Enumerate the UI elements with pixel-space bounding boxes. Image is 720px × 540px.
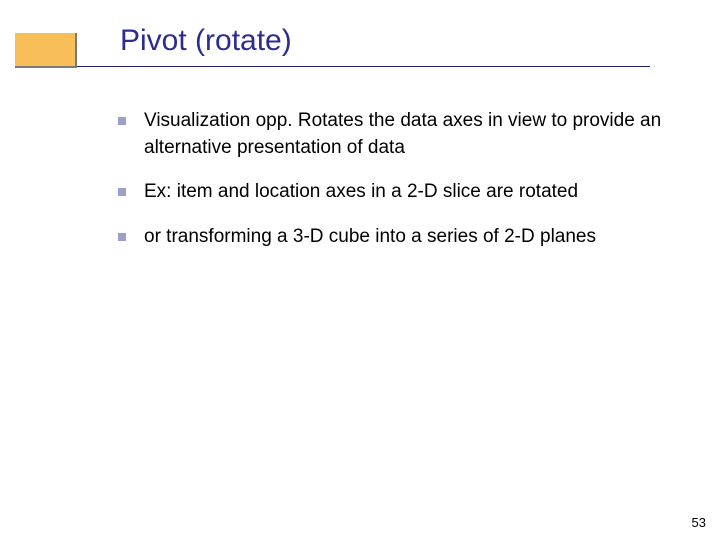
bullet-text: Visualization opp. Rotates the data axes…	[144, 108, 670, 161]
square-bullet-icon	[118, 117, 126, 125]
bullet-text: or transforming a 3-D cube into a series…	[144, 224, 596, 251]
list-item: Ex: item and location axes in a 2-D slic…	[118, 179, 670, 206]
slide-body: Visualization opp. Rotates the data axes…	[118, 108, 670, 268]
slide-title: Pivot (rotate)	[120, 24, 680, 58]
square-bullet-icon	[118, 233, 126, 241]
page-number: 53	[692, 515, 706, 530]
bullet-text: Ex: item and location axes in a 2-D slic…	[144, 179, 578, 206]
list-item: Visualization opp. Rotates the data axes…	[118, 108, 670, 161]
accent-box	[15, 33, 77, 68]
square-bullet-icon	[118, 188, 126, 196]
title-underline	[77, 66, 650, 67]
title-area: Pivot (rotate)	[120, 24, 680, 64]
list-item: or transforming a 3-D cube into a series…	[118, 224, 670, 251]
